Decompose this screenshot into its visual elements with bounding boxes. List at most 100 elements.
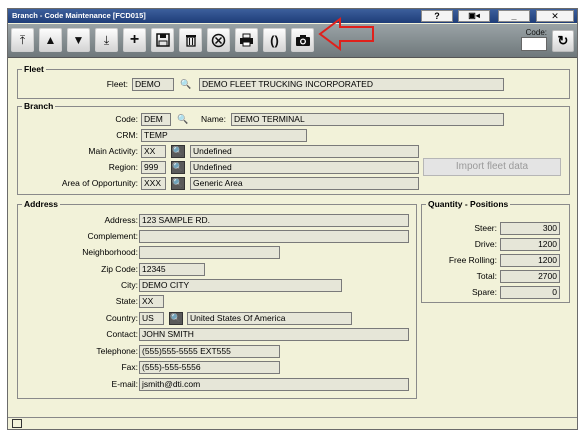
brackets-button[interactable]: (): [263, 28, 286, 52]
state-field[interactable]: XX: [139, 295, 164, 308]
branch-legend: Branch: [24, 101, 54, 111]
area-label: Area of Opportunity:: [61, 178, 138, 188]
complement-label: Complement:: [87, 231, 138, 241]
fax-label: Fax:: [121, 362, 138, 372]
city-label: City:: [121, 280, 138, 290]
fleet-legend: Fleet: [24, 64, 44, 74]
cancel-icon: [211, 33, 226, 47]
status-window-icon[interactable]: [12, 419, 22, 428]
first-button[interactable]: ⤒: [11, 28, 34, 52]
country-label: Country:: [105, 313, 138, 323]
camera-button[interactable]: [291, 28, 314, 52]
spare-field[interactable]: 0: [500, 286, 560, 299]
country-code-field[interactable]: US: [139, 312, 164, 325]
annotation-arrow-icon: [318, 17, 374, 51]
code-input[interactable]: [521, 37, 547, 51]
total-label: Total:: [476, 271, 497, 281]
drive-label: Drive:: [474, 239, 497, 249]
address-field[interactable]: 123 SAMPLE RD.: [139, 214, 409, 227]
printer-icon: [240, 33, 253, 47]
last-button[interactable]: ⤓: [95, 28, 118, 52]
fleet-lookup-button[interactable]: 🔍: [179, 78, 193, 91]
region-code-field[interactable]: 999: [141, 161, 166, 174]
print-button[interactable]: [235, 28, 258, 52]
address-label: Address:: [104, 215, 138, 225]
import-fleet-data-button[interactable]: Import fleet data: [423, 158, 561, 176]
window-title: Branch - Code Maintenance [FCD015]: [12, 11, 146, 20]
first-icon: ⤒: [19, 32, 26, 47]
code-label: Code:: [525, 28, 547, 37]
branch-name-field[interactable]: DEMO TERMINAL: [231, 113, 504, 126]
refresh-button[interactable]: ↻: [552, 30, 574, 52]
minimize-button[interactable]: _: [498, 10, 530, 22]
neighborhood-label: Neighborhood:: [82, 247, 138, 257]
help-button[interactable]: ?: [421, 10, 453, 22]
steer-field[interactable]: 300: [500, 222, 560, 235]
telephone-label: Telephone:: [96, 346, 138, 356]
address-legend: Address: [24, 199, 59, 209]
floppy-icon: [155, 33, 170, 47]
restore-button[interactable]: ▣◂: [458, 10, 490, 22]
country-lookup-button[interactable]: 🔍: [169, 312, 183, 325]
branch-name-label: Name:: [200, 114, 226, 124]
area-lookup-button[interactable]: 🔍: [171, 177, 185, 190]
state-label: State:: [115, 296, 138, 306]
crm-label: CRM:: [116, 130, 138, 140]
region-desc-field: Undefined: [190, 161, 419, 174]
brackets-icon: (): [270, 32, 279, 48]
fleet-code-field[interactable]: DEMO: [132, 78, 174, 91]
region-lookup-button[interactable]: 🔍: [171, 161, 185, 174]
zip-label: Zip Code:: [101, 264, 138, 274]
free-rolling-field[interactable]: 1200: [500, 254, 560, 267]
spare-label: Spare:: [471, 287, 497, 297]
email-field[interactable]: jsmith@dti.com: [139, 378, 409, 391]
free-rolling-label: Free Rolling:: [448, 255, 497, 265]
email-label: E-mail:: [111, 379, 138, 389]
toolbar: ⤒ ▲ ▼ ⤓ + () Code: ↻: [8, 24, 577, 58]
contact-label: Contact:: [106, 329, 138, 339]
complement-field[interactable]: [139, 230, 409, 243]
area-code-field[interactable]: XXX: [141, 177, 166, 190]
fax-field[interactable]: (555)-555-5556: [139, 361, 280, 374]
window-restore-icon: ▣◂: [468, 11, 480, 20]
main-activity-desc-field: Undefined: [190, 145, 419, 158]
search-icon: 🔍: [172, 178, 184, 188]
main-activity-label: Main Activity:: [88, 146, 138, 156]
plus-icon: +: [129, 31, 140, 48]
total-field: 2700: [500, 270, 560, 283]
drive-field[interactable]: 1200: [500, 238, 560, 251]
next-icon: ▼: [72, 33, 85, 47]
close-button[interactable]: ✕: [536, 10, 574, 22]
city-field[interactable]: DEMO CITY: [139, 279, 342, 292]
add-button[interactable]: +: [123, 28, 146, 52]
zip-field[interactable]: 12345: [139, 263, 205, 276]
region-label: Region:: [108, 162, 138, 172]
crm-field[interactable]: TEMP: [141, 129, 307, 142]
search-icon: 🔍: [177, 114, 189, 124]
branch-code-label: Code:: [115, 114, 138, 124]
branch-code-lookup-button[interactable]: 🔍: [176, 113, 190, 126]
main-activity-lookup-button[interactable]: 🔍: [171, 145, 185, 158]
app-window: Branch - Code Maintenance [FCD015] ? ▣◂ …: [7, 8, 578, 430]
save-button[interactable]: [151, 28, 174, 52]
cancel-button[interactable]: [207, 28, 230, 52]
refresh-icon: ↻: [557, 33, 569, 48]
last-icon: ⤓: [103, 32, 110, 47]
next-button[interactable]: ▼: [67, 28, 90, 52]
branch-code-field[interactable]: DEM: [141, 113, 171, 126]
area-desc-field: Generic Area: [190, 177, 419, 190]
neighborhood-field[interactable]: [139, 246, 280, 259]
prev-button[interactable]: ▲: [39, 28, 62, 52]
telephone-field[interactable]: (555)555-5555 EXT555: [139, 345, 280, 358]
steer-label: Steer:: [474, 223, 497, 233]
country-name-field: United States Of America: [187, 312, 352, 325]
camera-icon: [295, 34, 310, 46]
search-icon: 🔍: [180, 79, 192, 89]
contact-field[interactable]: JOHN SMITH: [139, 328, 409, 341]
search-icon: 🔍: [172, 162, 184, 172]
prev-icon: ▲: [44, 33, 57, 47]
fleet-name-field: DEMO FLEET TRUCKING INCORPORATED: [199, 78, 504, 91]
fleet-label: Fleet:: [106, 79, 128, 89]
delete-button[interactable]: [179, 28, 202, 52]
main-activity-code-field[interactable]: XX: [141, 145, 166, 158]
